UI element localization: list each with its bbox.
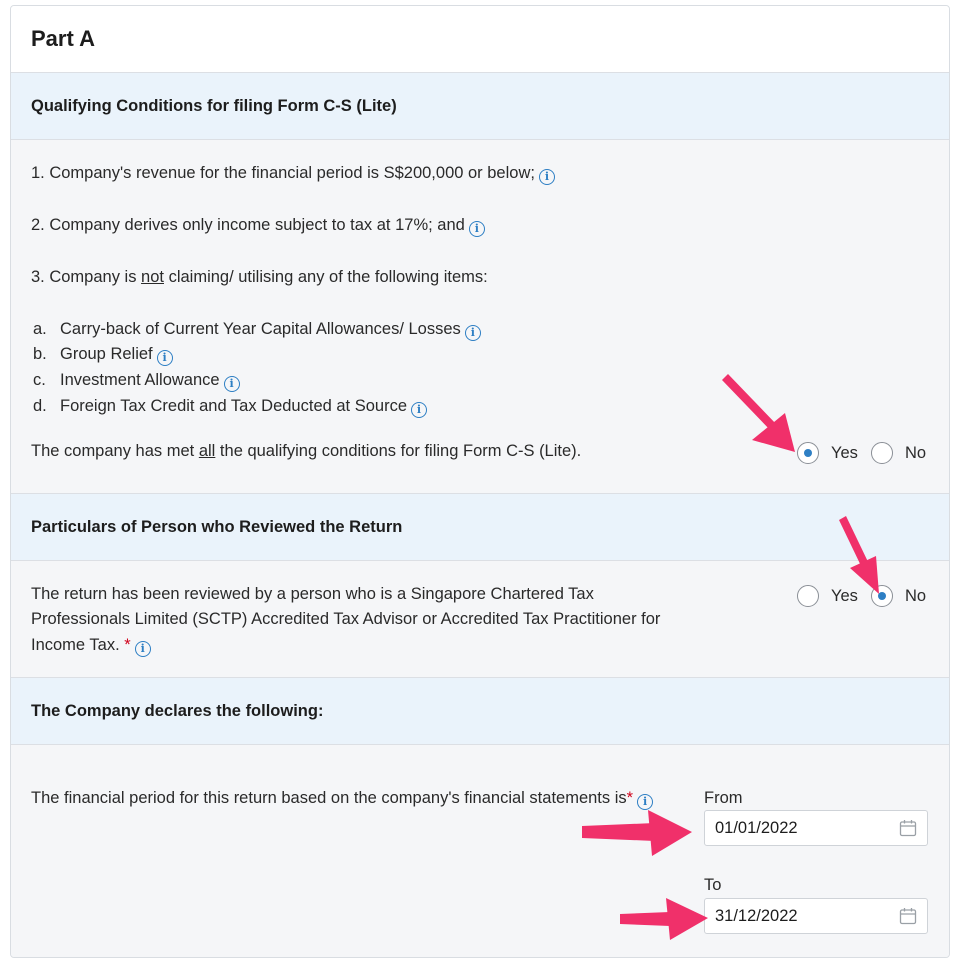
to-date-input[interactable]: 31/12/2022 bbox=[704, 898, 928, 934]
condition-3-text-post: claiming/ utilising any of the following… bbox=[163, 268, 488, 286]
condition-3-text-pre: 3. Company is bbox=[31, 268, 142, 286]
reviewer-radio-yes[interactable]: Yes bbox=[797, 585, 858, 607]
info-icon[interactable]: i bbox=[223, 376, 240, 392]
reviewer-header: Particulars of Person who Reviewed the R… bbox=[11, 494, 949, 561]
financial-period-text: The financial period for this return bas… bbox=[31, 789, 627, 807]
from-label: From bbox=[704, 789, 743, 807]
financial-period-question: The financial period for this return bas… bbox=[31, 789, 654, 810]
to-label: To bbox=[704, 876, 722, 894]
declaration-header: The Company declares the following: bbox=[11, 678, 949, 745]
condition-2-text: 2. Company derives only income subject t… bbox=[31, 216, 465, 234]
qualifying-conditions-header: Qualifying Conditions for filing Form C-… bbox=[11, 73, 949, 140]
info-icon[interactable]: i bbox=[538, 169, 555, 185]
conditions-met-text-pre: The company has met bbox=[31, 442, 199, 460]
calendar-icon[interactable] bbox=[899, 819, 917, 837]
declaration-section: The financial period for this return bas… bbox=[11, 745, 949, 957]
required-mark: * bbox=[124, 636, 131, 654]
info-icon[interactable]: i bbox=[468, 221, 485, 237]
conditions-met-radio-yes[interactable]: Yes bbox=[797, 442, 858, 464]
sub-item-letter: b. bbox=[33, 345, 47, 363]
reviewer-text-line-3-text: Income Tax. bbox=[31, 636, 120, 654]
sub-item-letter: d. bbox=[33, 397, 47, 415]
reviewer-text-line-2: Professionals Limited (SCTP) Accredited … bbox=[31, 610, 661, 628]
radio-button-checked[interactable] bbox=[797, 442, 819, 464]
reviewer-section: The return has been reviewed by a person… bbox=[11, 561, 949, 678]
part-title: Part A bbox=[11, 6, 949, 73]
info-icon[interactable]: i bbox=[637, 794, 654, 810]
conditions-met-emphasis: all bbox=[198, 442, 216, 460]
info-icon[interactable]: i bbox=[134, 641, 151, 657]
reviewer-text-line-1: The return has been reviewed by a person… bbox=[31, 585, 594, 603]
radio-button-checked[interactable] bbox=[871, 585, 893, 607]
required-mark: * bbox=[626, 789, 634, 807]
sub-item-c: c. Investment Allowance i bbox=[33, 371, 240, 392]
reviewer-radio-no[interactable]: No bbox=[871, 585, 926, 607]
sub-item-text: Investment Allowance bbox=[60, 371, 220, 389]
calendar-icon[interactable] bbox=[899, 907, 917, 925]
info-icon[interactable]: i bbox=[156, 350, 173, 366]
sub-item-letter: c. bbox=[33, 371, 46, 389]
from-date-value: 01/01/2022 bbox=[715, 819, 798, 837]
condition-1: 1. Company's revenue for the financial p… bbox=[31, 164, 555, 185]
condition-3-emphasis: not bbox=[141, 268, 164, 286]
condition-1-text: 1. Company's revenue for the financial p… bbox=[31, 164, 535, 182]
to-date-value: 31/12/2022 bbox=[715, 907, 798, 925]
sub-item-text: Group Relief bbox=[60, 345, 153, 363]
radio-label-no: No bbox=[905, 586, 927, 605]
radio-button[interactable] bbox=[871, 442, 893, 464]
from-date-input[interactable]: 01/01/2022 bbox=[704, 810, 928, 846]
radio-label-yes: Yes bbox=[831, 586, 858, 605]
sub-item-d: d. Foreign Tax Credit and Tax Deducted at… bbox=[33, 397, 428, 418]
radio-label-no: No bbox=[905, 443, 927, 462]
part-a-card: Part A Qualifying Conditions for filing … bbox=[10, 5, 950, 958]
sub-item-letter: a. bbox=[33, 320, 47, 338]
radio-button[interactable] bbox=[797, 585, 819, 607]
qualifying-conditions-section: 1. Company's revenue for the financial p… bbox=[11, 140, 949, 494]
sub-item-text: Carry-back of Current Year Capital Allow… bbox=[60, 320, 461, 338]
sub-item-text: Foreign Tax Credit and Tax Deducted at S… bbox=[60, 397, 408, 415]
conditions-met-question: The company has met all the qualifying c… bbox=[31, 442, 581, 461]
conditions-met-text-post: the qualifying conditions for filing For… bbox=[215, 442, 582, 460]
info-icon[interactable]: i bbox=[411, 402, 428, 418]
condition-2: 2. Company derives only income subject t… bbox=[31, 216, 485, 237]
radio-label-yes: Yes bbox=[831, 443, 858, 462]
info-icon[interactable]: i bbox=[464, 325, 481, 341]
conditions-met-radio-no[interactable]: No bbox=[871, 442, 926, 464]
reviewer-text-line-3: Income Tax. * i bbox=[31, 636, 151, 657]
condition-3: 3. Company is not claiming/ utilising an… bbox=[31, 268, 488, 287]
sub-item-a: a. Carry-back of Current Year Capital All… bbox=[33, 320, 481, 341]
sub-item-b: b. Group Relief i bbox=[33, 345, 173, 366]
